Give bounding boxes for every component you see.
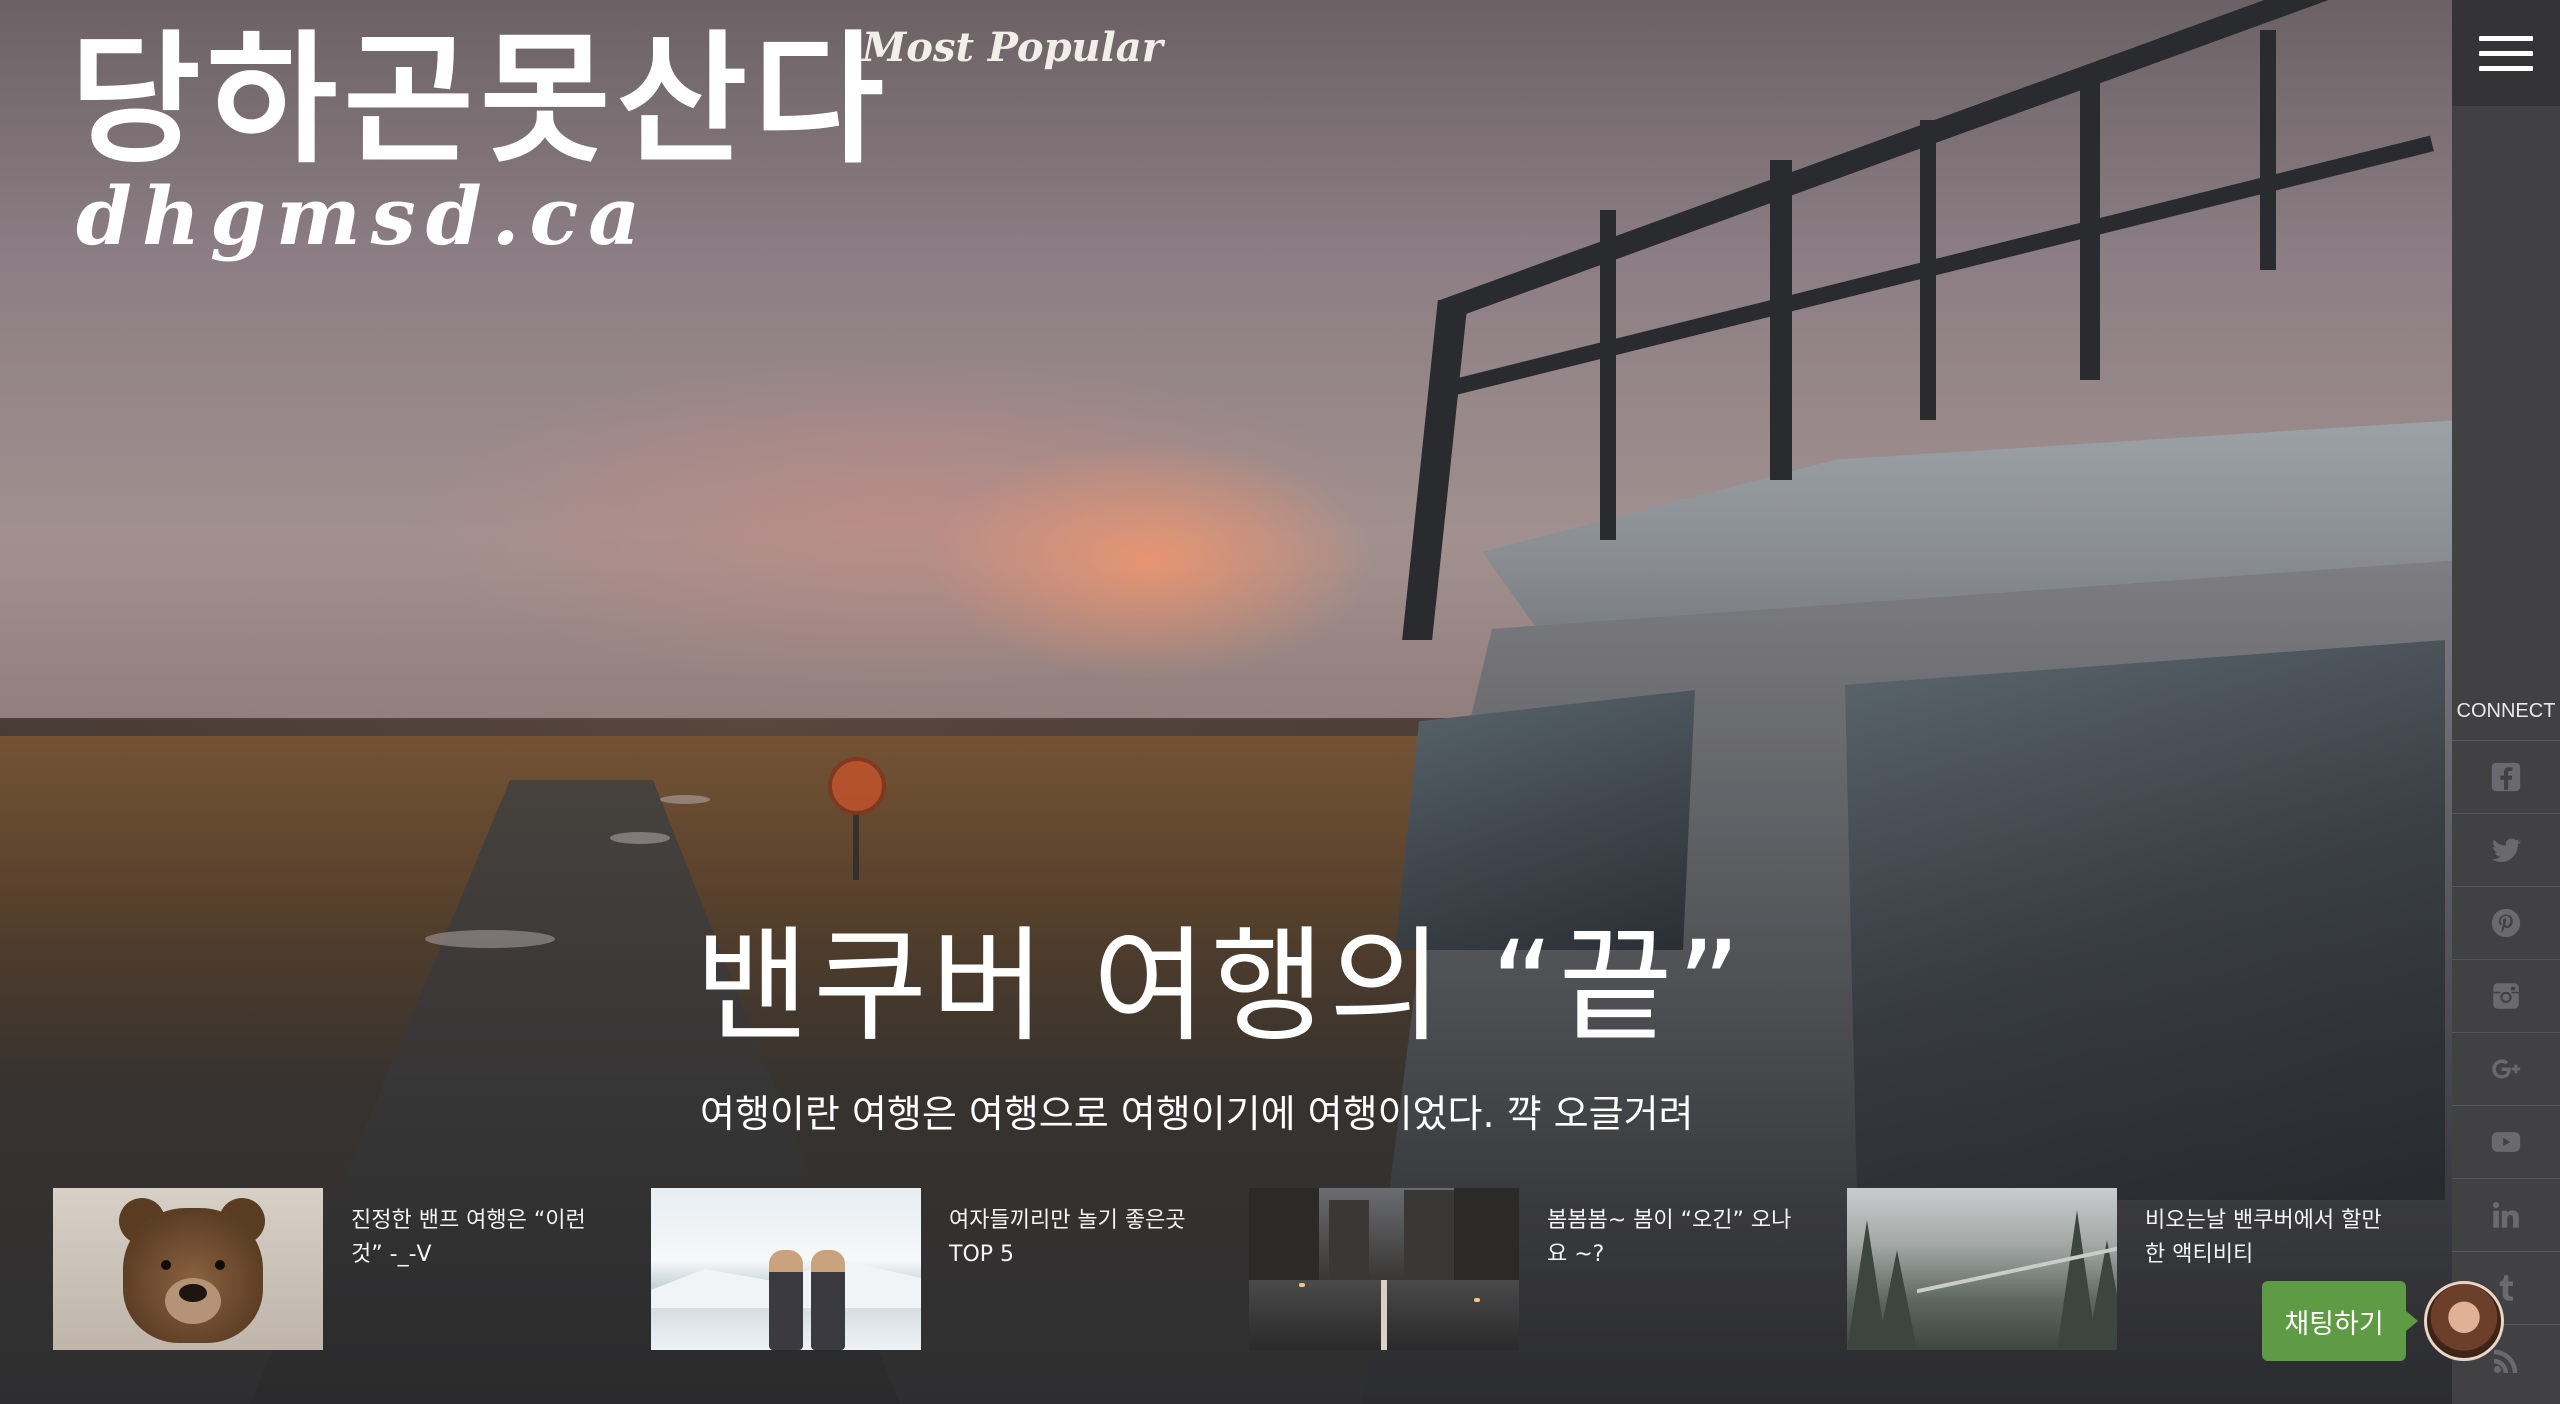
pinterest-icon [2491, 908, 2521, 938]
chat-button[interactable]: 채팅하기 [2262, 1281, 2418, 1361]
instagram-icon [2493, 983, 2519, 1009]
card-thumbnail-city[interactable] [1249, 1188, 1519, 1350]
hamburger-icon-bar [2479, 65, 2533, 71]
linkedin-link[interactable] [2452, 1178, 2560, 1251]
youtube-link[interactable] [2452, 1105, 2560, 1178]
google-plus-icon [2492, 1059, 2521, 1079]
twitter-icon [2491, 838, 2521, 862]
card-title[interactable]: 봄봄봄~ 봄이 “오긴” 오나요 ~? [1547, 1204, 1797, 1272]
site-logo[interactable]: 당하곤못산다 dhgmsd.ca [70, 18, 890, 263]
card-thumbnail-snow[interactable] [651, 1188, 921, 1350]
logo-english: dhgmsd.ca [76, 169, 651, 263]
card-title[interactable]: 비오는날 밴쿠버에서 할만한 액티비티 [2145, 1204, 2395, 1272]
google-plus-link[interactable] [2452, 1032, 2560, 1105]
hamburger-icon-bar [2479, 50, 2533, 56]
hero-subheadline: 여행이란 여행은 여행으로 여행이기에 여행이었다. 꺅 오글거려 [700, 1092, 1694, 1136]
article-card-girls-top5[interactable]: 여자들끼리만 놀기 좋은곳 TOP 5 [651, 1188, 1249, 1352]
facebook-link[interactable] [2452, 740, 2560, 813]
rss-icon [2493, 1349, 2518, 1374]
instagram-link[interactable] [2452, 959, 2560, 1032]
logo-korean: 당하곤못산다 [70, 18, 890, 183]
article-cards: 진정한 밴프 여행은 “이런 것” -_-V 여자들끼리만 놀기 좋은곳 TOP… [53, 1188, 2448, 1352]
card-thumbnail-bear[interactable] [53, 1188, 323, 1350]
card-title[interactable]: 진정한 밴프 여행은 “이런 것” -_-V [351, 1204, 601, 1272]
chat-avatar[interactable] [2424, 1281, 2504, 1361]
linkedin-icon [2492, 1201, 2519, 1228]
hamburger-icon-bar [2479, 35, 2533, 41]
card-title[interactable]: 여자들끼리만 놀기 좋은곳 TOP 5 [949, 1204, 1199, 1272]
hamburger-menu-button[interactable] [2452, 0, 2560, 106]
article-card-spring[interactable]: 봄봄봄~ 봄이 “오긴” 오나요 ~? [1249, 1188, 1847, 1352]
right-sidebar: CONNECT [2452, 0, 2560, 1404]
hero-headline[interactable]: 밴쿠버 여행의 “끝” [695, 925, 1745, 1049]
twitter-link[interactable] [2452, 813, 2560, 886]
connect-label: CONNECT [2456, 700, 2556, 722]
card-thumbnail-forest[interactable] [1847, 1188, 2117, 1350]
youtube-icon [2491, 1132, 2521, 1152]
article-card-banff[interactable]: 진정한 밴프 여행은 “이런 것” -_-V [53, 1188, 651, 1352]
facebook-icon [2491, 762, 2521, 792]
most-popular-link[interactable]: Most Popular [862, 24, 1163, 71]
pinterest-link[interactable] [2452, 886, 2560, 959]
